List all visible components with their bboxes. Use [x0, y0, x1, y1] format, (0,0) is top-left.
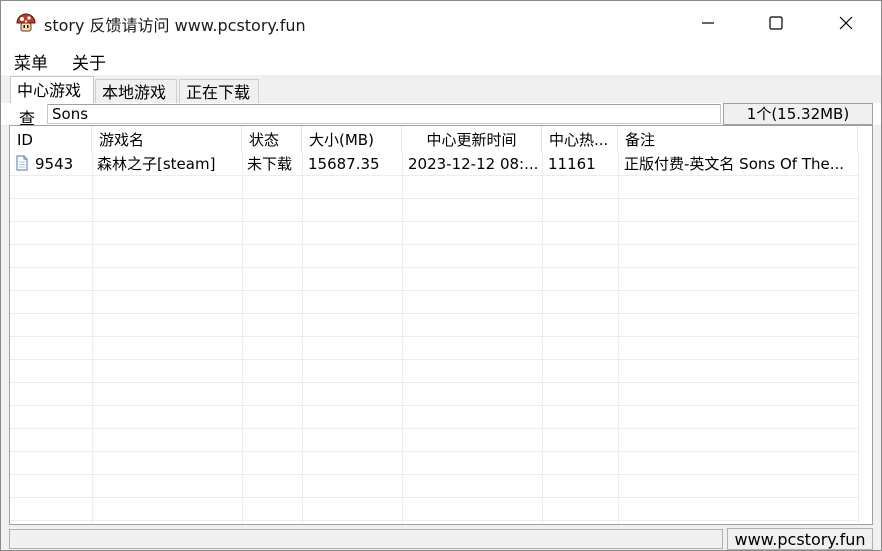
grid-divider: [10, 405, 858, 406]
game-list[interactable]: ID 游戏名 ^ 状态 大小(MB) 中心更新时间 中心热... 备注: [9, 125, 873, 525]
minimize-icon: [702, 22, 714, 24]
grid-divider: [402, 152, 403, 524]
minimize-button[interactable]: [673, 1, 743, 45]
app-window: story 反馈请访问 www.pcstory.fun 菜单 关于 中心游戏 本…: [0, 0, 882, 551]
grid-divider: [10, 520, 858, 521]
close-button[interactable]: [811, 1, 881, 45]
tab-strip: 中心游戏 本地游戏 正在下载: [1, 75, 881, 103]
cell-id: 9543: [35, 155, 74, 173]
maximize-icon: [769, 16, 783, 30]
grid-divider: [618, 152, 619, 524]
menu-item-about[interactable]: 关于: [72, 49, 106, 74]
grid-divider: [10, 221, 858, 222]
tab-local-games[interactable]: 本地游戏: [95, 79, 177, 103]
grid-divider: [10, 198, 858, 199]
cell-name: 森林之子[steam]: [97, 155, 216, 173]
column-header-id[interactable]: ID: [10, 126, 92, 152]
grid-divider: [10, 451, 858, 452]
search-row: 查 1个(15.32MB): [1, 103, 881, 128]
grid-divider: [10, 244, 858, 245]
list-header: ID 游戏名 ^ 状态 大小(MB) 中心更新时间 中心热... 备注: [10, 126, 872, 152]
menu-item-menu[interactable]: 菜单: [14, 49, 48, 74]
cell-size: 15687.35: [308, 155, 380, 173]
window-title: story 反馈请访问 www.pcstory.fun: [44, 16, 306, 35]
grid-divider: [10, 313, 858, 314]
grid-divider: [10, 290, 858, 291]
grid-divider: [10, 474, 858, 475]
status-bar: www.pcstory.fun: [1, 527, 881, 550]
column-header-name[interactable]: 游戏名 ^: [92, 126, 242, 152]
cell-heat: 11161: [548, 155, 596, 173]
cell-note: 正版付费-英文名 Sons Of The...: [624, 155, 845, 173]
file-icon: [16, 155, 28, 171]
maximize-button[interactable]: [741, 1, 811, 45]
column-header-heat[interactable]: 中心热...: [542, 126, 618, 152]
column-header-status[interactable]: 状态: [242, 126, 302, 152]
tab-downloading[interactable]: 正在下载: [179, 79, 259, 103]
grid-divider: [10, 428, 858, 429]
cell-status: 未下载: [247, 155, 293, 173]
grid-divider: [10, 359, 858, 360]
grid-divider: [542, 152, 543, 524]
tab-center-games[interactable]: 中心游戏: [10, 76, 94, 103]
cell-updated: 2023-12-12 08:...: [408, 155, 539, 173]
column-header-note[interactable]: 备注: [618, 126, 858, 152]
column-header-size[interactable]: 大小(MB): [302, 126, 402, 152]
list-body: 9543 森林之子[steam] 未下载 15687.35 2023-12-12…: [10, 152, 872, 524]
result-count: 1个(15.32MB): [723, 103, 873, 125]
status-website: www.pcstory.fun: [727, 528, 873, 550]
grid-divider: [92, 152, 93, 524]
column-header-name-label: 游戏名: [99, 131, 145, 149]
menu-bar: 菜单 关于: [1, 45, 881, 75]
grid-divider: [10, 382, 858, 383]
mushroom-app-icon: [16, 13, 36, 32]
grid-divider: [10, 175, 858, 176]
grid-divider: [10, 267, 858, 268]
grid-divider: [242, 152, 243, 524]
title-bar[interactable]: story 反馈请访问 www.pcstory.fun: [1, 1, 881, 45]
grid-divider: [858, 152, 859, 524]
grid-divider: [302, 152, 303, 524]
search-input[interactable]: [47, 104, 721, 124]
status-panel-left: [9, 529, 723, 549]
grid-divider: [10, 336, 858, 337]
table-row[interactable]: 9543 森林之子[steam] 未下载 15687.35 2023-12-12…: [10, 152, 858, 175]
column-header-updated[interactable]: 中心更新时间: [402, 126, 542, 152]
close-icon: [839, 16, 853, 30]
grid-divider: [10, 497, 858, 498]
